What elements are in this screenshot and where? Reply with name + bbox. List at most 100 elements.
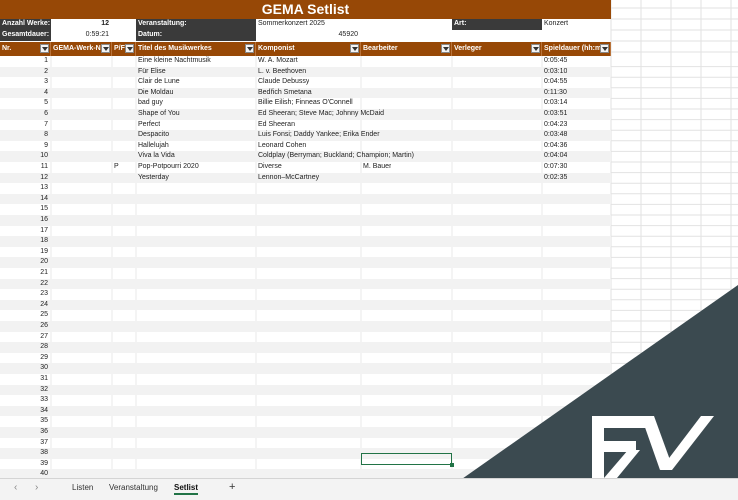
type-value[interactable]: Konzert	[542, 19, 611, 30]
row-duration[interactable]: 0:04:36	[544, 141, 567, 151]
row-number[interactable]: 7	[0, 120, 50, 130]
row-number[interactable]: 25	[0, 310, 50, 320]
row-duration[interactable]: 0:03:14	[544, 98, 567, 108]
filter-dropdown-icon[interactable]	[531, 44, 540, 53]
table-row[interactable]: 27	[0, 332, 611, 343]
row-number[interactable]: 1	[0, 56, 50, 66]
row-title[interactable]: Eine kleine Nachtmusik	[138, 56, 211, 66]
row-arranger[interactable]: M. Bauer	[363, 162, 391, 172]
table-row[interactable]: 18	[0, 236, 611, 247]
table-row[interactable]: 28	[0, 342, 611, 353]
row-composer[interactable]: Bedřich Smetana	[258, 88, 312, 98]
table-row[interactable]: 33	[0, 395, 611, 406]
row-duration[interactable]: 0:03:51	[544, 109, 567, 119]
tab-listen[interactable]: Listen	[72, 483, 93, 492]
table-row[interactable]: 4 Die Moldau Bedřich Smetana 0:11:30	[0, 87, 611, 99]
row-duration[interactable]: 0:03:10	[544, 67, 567, 77]
nav-next-icon[interactable]: ›	[35, 482, 38, 493]
table-row[interactable]: 21	[0, 268, 611, 279]
filter-dropdown-icon[interactable]	[125, 44, 134, 53]
selected-cell[interactable]	[361, 453, 454, 467]
filter-dropdown-icon[interactable]	[245, 44, 254, 53]
total-value[interactable]: 0:59:21	[51, 30, 112, 41]
header-pf[interactable]: P/F	[112, 42, 136, 56]
row-number[interactable]: 36	[0, 427, 50, 437]
row-number[interactable]: 17	[0, 226, 50, 236]
table-row[interactable]: 17	[0, 226, 611, 237]
row-title[interactable]: Hallelujah	[138, 141, 169, 151]
tab-veranstaltung[interactable]: Veranstaltung	[109, 483, 158, 492]
table-row[interactable]: 5 bad guy Billie Eilish; Finneas O'Connell…	[0, 98, 611, 109]
row-composer[interactable]: Diverse	[258, 162, 282, 172]
row-number[interactable]: 11	[0, 162, 50, 172]
table-row[interactable]: 26	[0, 321, 611, 332]
row-number[interactable]: 33	[0, 395, 50, 405]
row-title[interactable]: Perfect	[138, 120, 160, 130]
table-row[interactable]: 10 Viva la Vida Coldplay (Berryman; Buckla…	[0, 151, 611, 162]
row-composer[interactable]: Lennon–McCartney	[258, 173, 319, 183]
header-gema[interactable]: GEMA-Werk-Nr	[51, 42, 112, 56]
row-number[interactable]: 18	[0, 236, 50, 246]
count-value[interactable]: 12	[51, 19, 112, 30]
row-composer[interactable]: L. v. Beethoven	[258, 67, 306, 77]
table-row[interactable]: 12 Yesterday Lennon–McCartney 0:02:35	[0, 172, 611, 184]
table-row[interactable]: 13	[0, 183, 611, 194]
table-row[interactable]: 32	[0, 384, 611, 396]
row-number[interactable]: 39	[0, 459, 50, 469]
row-number[interactable]: 16	[0, 215, 50, 225]
row-number[interactable]: 20	[0, 257, 50, 267]
row-title[interactable]: Despacito	[138, 130, 169, 140]
row-number[interactable]: 37	[0, 438, 50, 448]
table-row[interactable]: 23	[0, 289, 611, 300]
row-duration[interactable]: 0:04:23	[544, 120, 567, 130]
row-title[interactable]: Die Moldau	[138, 88, 173, 98]
row-number[interactable]: 6	[0, 109, 50, 119]
date-value[interactable]: 45920	[256, 30, 361, 41]
table-row[interactable]: 40	[0, 469, 611, 478]
row-number[interactable]: 2	[0, 67, 50, 77]
row-number[interactable]: 13	[0, 183, 50, 193]
sheet-title[interactable]: GEMA Setlist	[0, 0, 611, 19]
row-number[interactable]: 10	[0, 151, 50, 161]
row-composer[interactable]: Billie Eilish; Finneas O'Connell	[258, 98, 353, 108]
table-row[interactable]: 2 Für Elise L. v. Beethoven 0:03:10	[0, 66, 611, 78]
row-composer[interactable]: W. A. Mozart	[258, 56, 298, 66]
table-row[interactable]: 14	[0, 193, 611, 205]
table-row[interactable]: 6 Shape of You Ed Sheeran; Steve Mac; John…	[0, 109, 611, 120]
row-title[interactable]: Pop-Potpourri 2020	[138, 162, 199, 172]
row-number[interactable]: 29	[0, 353, 50, 363]
row-title[interactable]: bad guy	[138, 98, 163, 108]
row-title[interactable]: Shape of You	[138, 109, 180, 119]
row-number[interactable]: 24	[0, 300, 50, 310]
filter-dropdown-icon[interactable]	[441, 44, 450, 53]
row-number[interactable]: 8	[0, 130, 50, 140]
filter-dropdown-icon[interactable]	[350, 44, 359, 53]
table-row[interactable]: 37	[0, 438, 611, 449]
spreadsheet[interactable]: GEMA Setlist Anzahl Werke: 12 Veranstalt…	[0, 0, 738, 478]
table-row[interactable]: 31	[0, 374, 611, 385]
add-sheet-button[interactable]: +	[229, 481, 235, 493]
table-row[interactable]: 1 Eine kleine Nachtmusik W. A. Mozart 0:05:…	[0, 56, 611, 67]
table-row[interactable]: 22	[0, 278, 611, 290]
row-duration[interactable]: 0:07:30	[544, 162, 567, 172]
nav-prev-icon[interactable]: ‹	[14, 482, 17, 493]
row-title[interactable]: Yesterday	[138, 173, 169, 183]
row-title[interactable]: Clair de Lune	[138, 77, 180, 87]
row-number[interactable]: 22	[0, 279, 50, 289]
table-row[interactable]: 38	[0, 448, 611, 459]
table-row[interactable]: 7 Perfect Ed Sheeran 0:04:23	[0, 120, 611, 131]
row-number[interactable]: 21	[0, 268, 50, 278]
row-number[interactable]: 40	[0, 469, 50, 478]
row-number[interactable]: 15	[0, 204, 50, 214]
row-number[interactable]: 23	[0, 289, 50, 299]
header-arranger[interactable]: Bearbeiter	[361, 42, 452, 56]
row-number[interactable]: 14	[0, 194, 50, 204]
row-number[interactable]: 9	[0, 141, 50, 151]
filter-dropdown-icon[interactable]	[600, 44, 609, 53]
table-row[interactable]: 3 Clair de Lune Claude Debussy 0:04:55	[0, 77, 611, 88]
row-number[interactable]: 30	[0, 363, 50, 373]
row-composer[interactable]: Claude Debussy	[258, 77, 309, 87]
table-row[interactable]: 20	[0, 257, 611, 268]
table-row[interactable]: 39	[0, 459, 611, 470]
table-row[interactable]: 8 Despacito Luis Fonsi; Daddy Yankee; Erik…	[0, 130, 611, 141]
